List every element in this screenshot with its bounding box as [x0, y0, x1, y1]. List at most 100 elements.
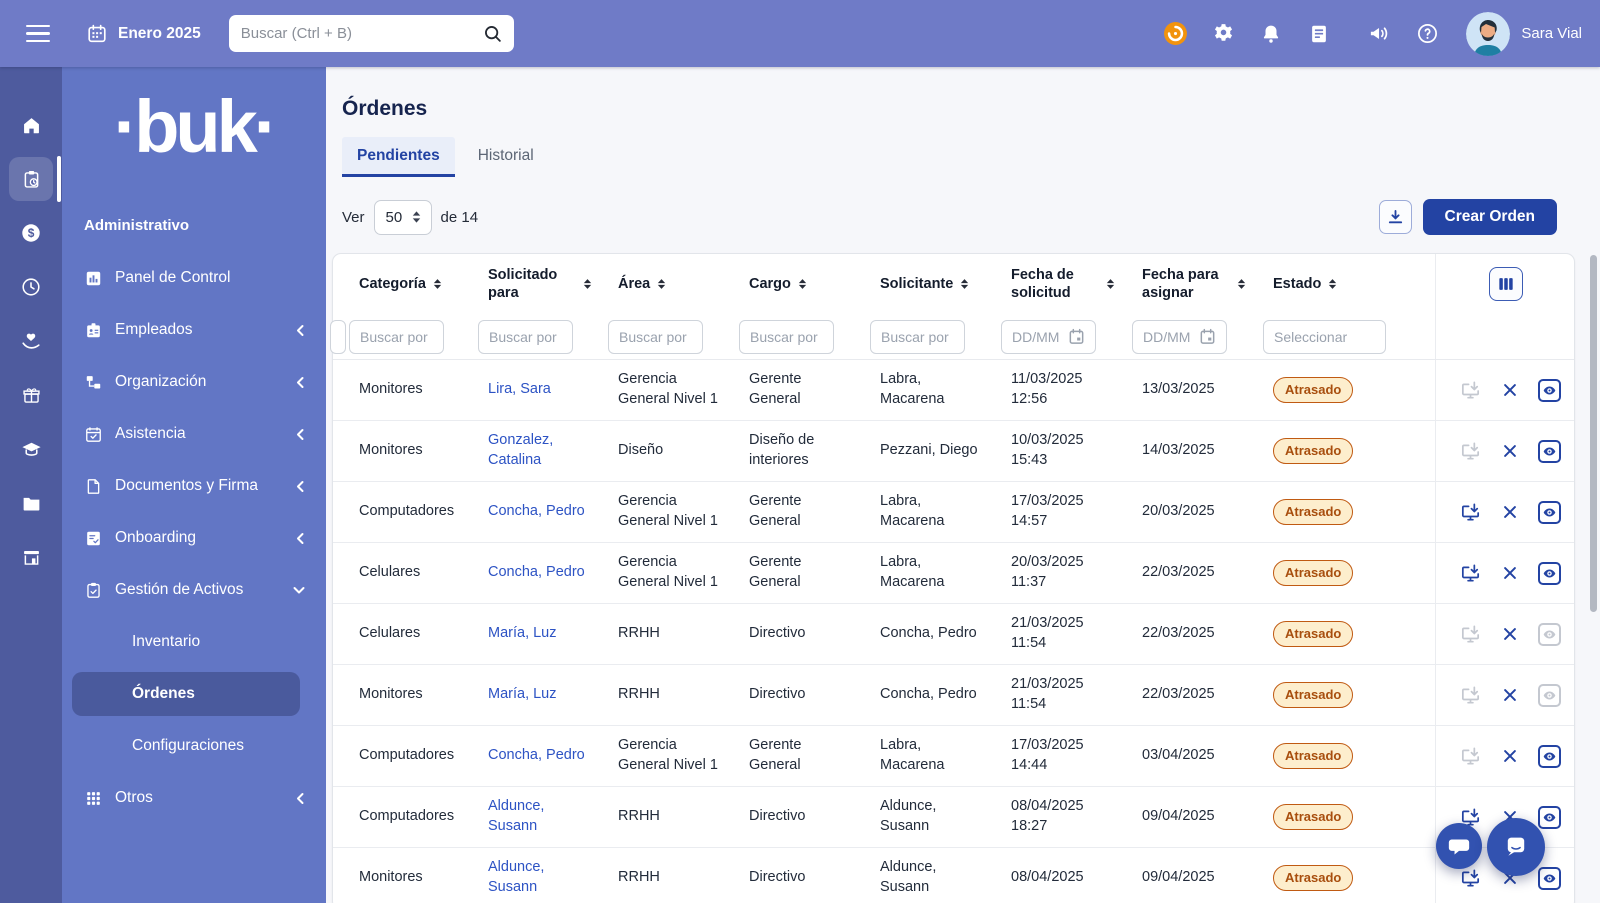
calendar-icon[interactable]: [1068, 328, 1085, 345]
tab-historial[interactable]: Historial: [463, 137, 549, 177]
sort-icon[interactable]: [582, 278, 593, 290]
cell-solicitado-para-link[interactable]: Concha, Pedro: [488, 564, 585, 580]
filter-area-input[interactable]: [608, 320, 703, 354]
rail-files-button[interactable]: [9, 481, 53, 525]
rail-education-button[interactable]: [9, 427, 53, 471]
view-order-button[interactable]: [1538, 379, 1561, 402]
sidebar-item-otros[interactable]: Otros: [62, 772, 326, 824]
cancel-order-button[interactable]: [1498, 561, 1522, 585]
avatar[interactable]: [1466, 12, 1510, 56]
view-order-button[interactable]: [1538, 684, 1561, 707]
period-selector[interactable]: Enero 2025: [86, 23, 201, 45]
filter-fecha-solicitud-input[interactable]: [1012, 329, 1064, 345]
assign-device-button[interactable]: [1458, 500, 1482, 524]
menu-icon[interactable]: [26, 25, 50, 43]
calendar-icon[interactable]: [1199, 328, 1216, 345]
filter-cargo-input[interactable]: [739, 320, 834, 354]
sidebar-subitem-ordenes[interactable]: Órdenes: [72, 672, 300, 716]
chat-bubble-button[interactable]: [1436, 823, 1482, 869]
assign-device-button[interactable]: [1458, 744, 1482, 768]
sidebar-item-gestion-de-activos[interactable]: Gestión de Activos: [62, 564, 326, 616]
sort-icon[interactable]: [1236, 278, 1247, 290]
cell-solicitado-para-link[interactable]: Concha, Pedro: [488, 503, 585, 519]
view-order-button[interactable]: [1538, 440, 1561, 463]
sidebar-subitem-configuraciones[interactable]: Configuraciones: [62, 720, 326, 772]
cell-solicitado-para-link[interactable]: Concha, Pedro: [488, 747, 585, 763]
view-order-button[interactable]: [1538, 501, 1561, 524]
create-order-button[interactable]: Crear Orden: [1423, 199, 1557, 235]
cancel-order-button[interactable]: [1498, 439, 1522, 463]
sort-icon[interactable]: [1105, 278, 1116, 290]
cell-solicitado-para-link[interactable]: Gonzalez, Catalina: [488, 432, 553, 468]
cancel-order-button[interactable]: [1498, 622, 1522, 646]
cell-solicitado-para-link[interactable]: Aldunce, Susann: [488, 798, 544, 834]
filter-fecha-solicitud-date[interactable]: [1001, 320, 1096, 354]
sidebar-subitem-inventario[interactable]: Inventario: [62, 616, 326, 668]
support-chat-button[interactable]: [1487, 818, 1545, 876]
export-button[interactable]: [1379, 200, 1412, 234]
settings-button[interactable]: [1210, 21, 1236, 47]
column-settings-button[interactable]: [1489, 267, 1523, 301]
help-button[interactable]: [1414, 21, 1440, 47]
rail-marketplace-button[interactable]: [9, 535, 53, 579]
search-input[interactable]: [241, 25, 482, 42]
column-header-fecha-de-solicitud[interactable]: Fecha de solicitud: [1011, 266, 1142, 302]
assign-device-button[interactable]: [1458, 622, 1482, 646]
rail-asset-management-button[interactable]: [9, 157, 53, 201]
sidebar-item-onboarding[interactable]: Onboarding: [62, 512, 326, 564]
cell-solicitado-para-link[interactable]: María, Luz: [488, 625, 557, 641]
cell-solicitado-para-link[interactable]: Aldunce, Susann: [488, 859, 544, 895]
column-header-estado[interactable]: Estado: [1273, 275, 1435, 293]
sidebar-item-asistencia[interactable]: Asistencia: [62, 408, 326, 460]
view-order-button[interactable]: [1538, 562, 1561, 585]
view-order-button[interactable]: [1538, 806, 1561, 829]
assign-device-button[interactable]: [1458, 866, 1482, 890]
view-order-button[interactable]: [1538, 745, 1561, 768]
column-header-cargo[interactable]: Cargo: [749, 275, 880, 293]
assign-device-button[interactable]: [1458, 439, 1482, 463]
column-header-area[interactable]: Área: [618, 275, 749, 293]
notifications-button[interactable]: [1258, 21, 1284, 47]
filter-solicitado-para-input[interactable]: [478, 320, 573, 354]
user-name[interactable]: Sara Vial: [1521, 25, 1582, 42]
sidebar-item-panel-de-control[interactable]: Panel de Control: [62, 252, 326, 304]
cancel-order-button[interactable]: [1498, 683, 1522, 707]
rail-gifts-button[interactable]: [9, 373, 53, 417]
filter-estado-select[interactable]: Seleccionar: [1263, 320, 1386, 354]
search-icon[interactable]: [482, 23, 504, 45]
rail-payments-button[interactable]: $: [9, 211, 53, 255]
sort-icon[interactable]: [432, 278, 443, 290]
tab-pendientes[interactable]: Pendientes: [342, 137, 455, 177]
sort-icon[interactable]: [1327, 278, 1338, 290]
announcements-button[interactable]: [1366, 21, 1392, 47]
page-size-select[interactable]: 50: [374, 200, 432, 235]
rail-time-button[interactable]: [9, 265, 53, 309]
search-box[interactable]: [229, 15, 514, 52]
filter-categoria-input[interactable]: [349, 320, 444, 354]
rail-benefits-button[interactable]: [9, 319, 53, 363]
sort-icon[interactable]: [656, 278, 667, 290]
assign-device-button[interactable]: [1458, 378, 1482, 402]
rail-home-button[interactable]: [9, 103, 53, 147]
clipped-filter-input[interactable]: [330, 320, 346, 354]
view-order-button[interactable]: [1538, 867, 1561, 890]
cancel-order-button[interactable]: [1498, 378, 1522, 402]
cell-solicitado-para-link[interactable]: María, Luz: [488, 686, 557, 702]
column-header-categoria[interactable]: Categoría: [359, 275, 488, 293]
assign-device-button[interactable]: [1458, 683, 1482, 707]
sort-icon[interactable]: [959, 278, 970, 290]
sidebar-item-empleados[interactable]: Empleados: [62, 304, 326, 356]
column-header-solicitado-para[interactable]: Solicitado para: [488, 266, 618, 302]
filter-solicitante-input[interactable]: [870, 320, 965, 354]
assign-device-button[interactable]: [1458, 561, 1482, 585]
sidebar-item-organizacion[interactable]: Organización: [62, 356, 326, 408]
filter-fecha-asignar-date[interactable]: [1132, 320, 1227, 354]
vertical-scrollbar[interactable]: [1590, 255, 1597, 612]
view-order-button[interactable]: [1538, 623, 1561, 646]
news-button[interactable]: [1306, 21, 1332, 47]
sort-icon[interactable]: [797, 278, 808, 290]
cancel-order-button[interactable]: [1498, 744, 1522, 768]
cancel-order-button[interactable]: [1498, 500, 1522, 524]
column-header-solicitante[interactable]: Solicitante: [880, 275, 1011, 293]
cell-solicitado-para-link[interactable]: Lira, Sara: [488, 381, 551, 397]
